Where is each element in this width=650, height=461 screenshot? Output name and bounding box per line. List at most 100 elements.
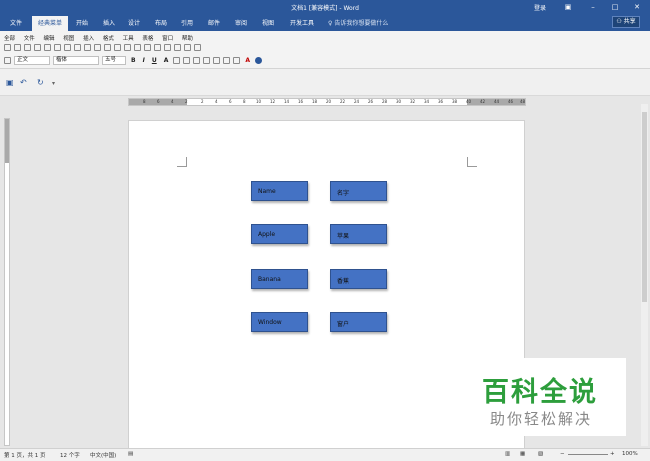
font-select[interactable]: 楷体 — [53, 56, 99, 65]
shape-window-cn[interactable]: 窗户 — [330, 312, 387, 332]
menu-edit[interactable]: 编辑 — [44, 36, 55, 42]
zoom-slider[interactable] — [568, 454, 608, 455]
shape-window[interactable]: Window — [251, 312, 308, 332]
menu-format[interactable]: 格式 — [103, 36, 114, 42]
ribbon-display-icon[interactable]: ▣ — [563, 2, 573, 12]
tab-layout[interactable]: 布局 — [155, 18, 167, 27]
tab-developer[interactable]: 开发工具 — [290, 18, 314, 27]
minimize-icon[interactable]: – — [588, 2, 598, 12]
page-count[interactable]: 第 1 页，共 1 页 — [4, 451, 46, 459]
vruler-margin — [5, 119, 9, 163]
style-select[interactable]: 正文 — [14, 56, 50, 65]
tab-file[interactable]: 文件 — [10, 18, 22, 27]
word-count[interactable]: 12 个字 — [60, 451, 80, 459]
open-icon[interactable] — [14, 44, 21, 51]
tab-mailings[interactable]: 邮件 — [208, 18, 220, 27]
size-select[interactable]: 五号 — [102, 56, 126, 65]
ruler-tick: 24 — [354, 99, 360, 104]
watermark: 百科全说 助你轻松解决 — [458, 358, 626, 436]
vertical-ruler[interactable] — [4, 118, 10, 446]
tab-references[interactable]: 引用 — [181, 18, 193, 27]
login-link[interactable]: 登录 — [534, 3, 546, 12]
hyperlink-icon[interactable] — [124, 44, 131, 51]
language[interactable]: 中文(中国) — [90, 451, 116, 459]
read-mode-icon[interactable]: ▥ — [505, 451, 510, 457]
menu-window[interactable]: 窗口 — [162, 36, 173, 42]
status-bar: 第 1 页，共 1 页 12 个字 中文(中国) ▤ ▥ ▦ ▧ − + 100… — [0, 448, 650, 461]
preview-icon[interactable] — [44, 44, 51, 51]
font-color-icon[interactable]: A — [245, 57, 250, 64]
web-layout-icon[interactable]: ▧ — [538, 451, 543, 457]
help-icon[interactable] — [255, 57, 262, 64]
columns-icon[interactable] — [144, 44, 151, 51]
numbering-icon[interactable] — [213, 57, 221, 64]
shape-banana[interactable]: Banana — [251, 269, 308, 289]
horizontal-ruler[interactable]: 8 6 4 2 2 4 6 8 10 12 14 16 18 20 22 24 … — [128, 98, 526, 106]
vertical-scrollbar[interactable] — [641, 104, 648, 446]
zoom-out-icon[interactable]: − — [560, 451, 565, 457]
undo-icon[interactable]: ↶ — [20, 78, 27, 87]
menu-file[interactable]: 文件 — [24, 36, 35, 42]
align-right-icon[interactable] — [193, 57, 201, 64]
ruler-tick: 26 — [368, 99, 374, 104]
zoom-icon[interactable] — [164, 44, 171, 51]
tab-insert[interactable]: 插入 — [103, 18, 115, 27]
bold-icon[interactable]: B — [131, 57, 136, 64]
maximize-icon[interactable]: □ — [610, 2, 620, 12]
ruler-tick: 20 — [326, 99, 332, 104]
paste-icon[interactable] — [84, 44, 91, 51]
comment-icon[interactable] — [194, 44, 201, 51]
customize-icon[interactable]: ▾ — [52, 80, 55, 87]
char-border-icon[interactable]: A — [164, 57, 169, 64]
underline-icon[interactable]: U — [152, 57, 157, 64]
menu-insert[interactable]: 插入 — [83, 36, 94, 42]
share-button[interactable]: ⚇ 共享 — [612, 16, 640, 28]
menu-all[interactable]: 全部 — [4, 36, 15, 42]
redo-icon[interactable] — [114, 44, 121, 51]
format-painter-icon[interactable] — [94, 44, 101, 51]
redo-icon[interactable]: ↻ — [37, 78, 44, 87]
print-icon[interactable] — [34, 44, 41, 51]
print-layout-icon[interactable]: ▦ — [520, 451, 525, 457]
menu-tools[interactable]: 工具 — [123, 36, 134, 42]
indent-icon[interactable] — [233, 57, 241, 64]
shape-apple[interactable]: Apple — [251, 224, 308, 244]
menu-help[interactable]: 帮助 — [182, 36, 193, 42]
shape-icon[interactable] — [174, 44, 181, 51]
tab-view[interactable]: 视图 — [262, 18, 274, 27]
macro-icon[interactable]: ▤ — [128, 451, 133, 457]
zoom-in-icon[interactable]: + — [610, 451, 615, 457]
shape-apple-cn[interactable]: 苹果 — [330, 224, 387, 244]
spelling-icon[interactable] — [54, 44, 61, 51]
bullets-icon[interactable] — [223, 57, 231, 64]
save-icon[interactable]: ▣ — [6, 78, 14, 87]
person-icon: ⚇ — [616, 18, 622, 25]
justify-icon[interactable] — [203, 57, 211, 64]
drawing-icon[interactable] — [154, 44, 161, 51]
italic-icon[interactable]: I — [143, 57, 145, 64]
cut-icon[interactable] — [64, 44, 71, 51]
undo-icon[interactable] — [104, 44, 111, 51]
new-icon[interactable] — [4, 44, 11, 51]
save-icon[interactable] — [24, 44, 31, 51]
menu-table[interactable]: 表格 — [142, 36, 153, 42]
tab-classic-menu[interactable]: 经典菜单 — [32, 16, 69, 31]
textbox-icon[interactable] — [184, 44, 191, 51]
zoom-level[interactable]: 100% — [622, 451, 638, 457]
align-left-icon[interactable] — [173, 57, 181, 64]
table-icon[interactable] — [134, 44, 141, 51]
shape-banana-cn[interactable]: 香蕉 — [330, 269, 387, 289]
align-center-icon[interactable] — [183, 57, 191, 64]
tab-review[interactable]: 审阅 — [235, 18, 247, 27]
shape-name[interactable]: Name — [251, 181, 308, 201]
menu-view[interactable]: 视图 — [63, 36, 74, 42]
copy-icon[interactable] — [74, 44, 81, 51]
tell-me-box[interactable]: ♀ 告诉我你想要做什么 — [328, 18, 388, 27]
scrollbar-thumb[interactable] — [642, 112, 647, 302]
ruler-tick: 22 — [340, 99, 346, 104]
shape-name-cn[interactable]: 名字 — [330, 181, 387, 201]
tab-design[interactable]: 设计 — [128, 18, 140, 27]
tab-home[interactable]: 开始 — [76, 18, 88, 27]
close-icon[interactable]: ✕ — [632, 2, 642, 12]
styles-icon[interactable] — [4, 57, 11, 64]
